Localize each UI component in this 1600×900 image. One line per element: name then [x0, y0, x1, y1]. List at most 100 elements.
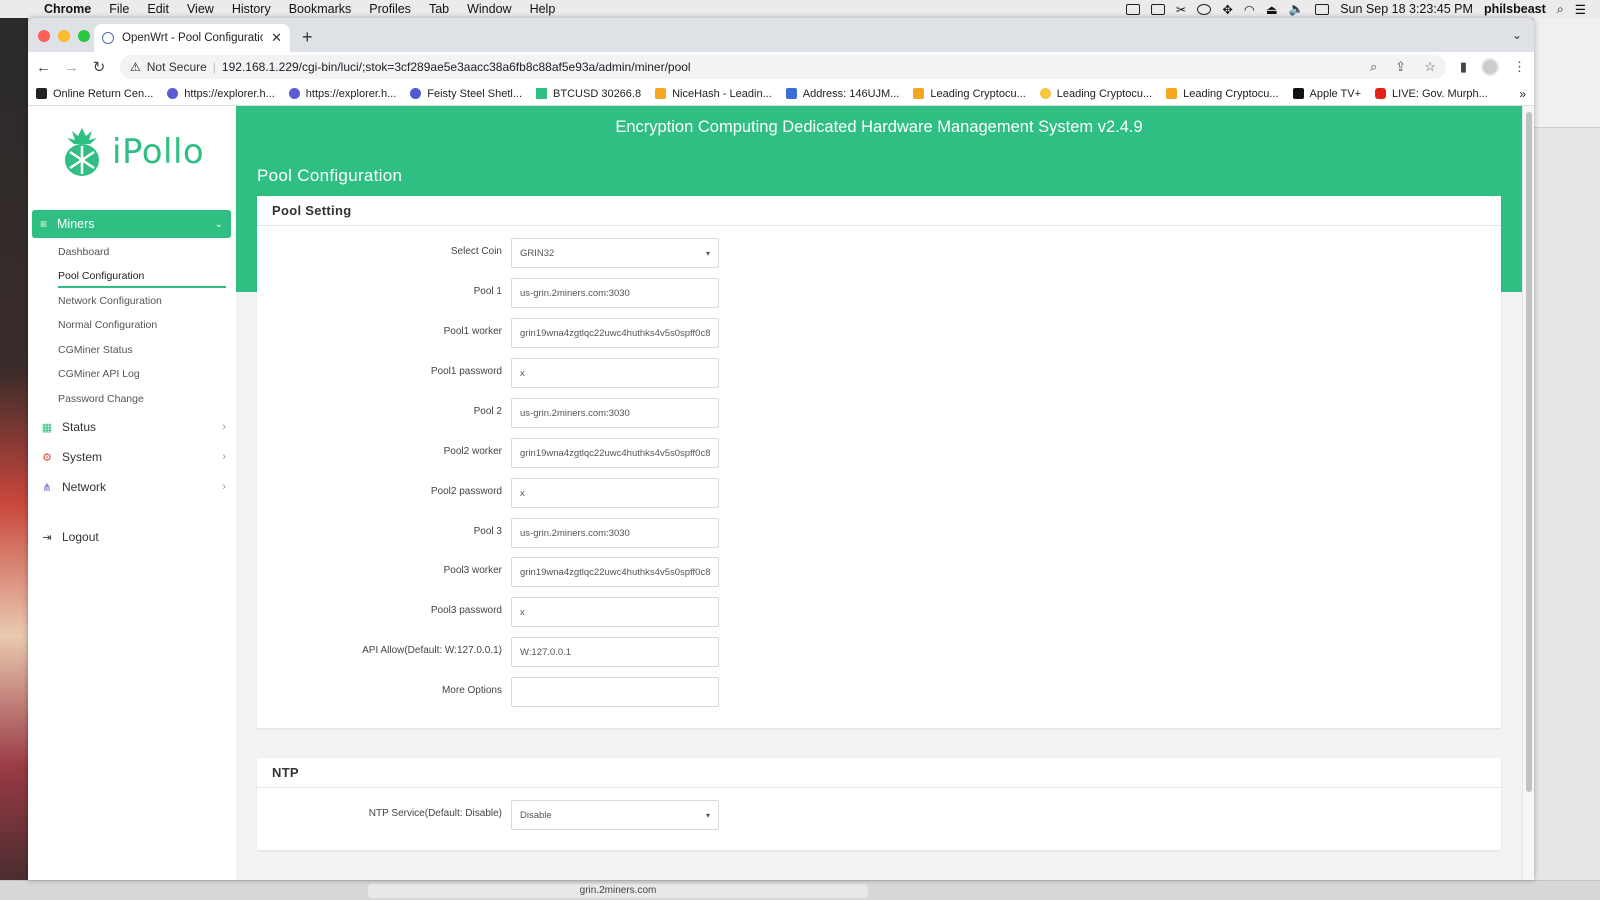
field-label: Pool3 worker — [443, 565, 502, 576]
ntp-service-dropdown[interactable]: Disable ▾ — [511, 800, 719, 830]
crypto-icon — [1039, 88, 1051, 99]
close-tab-icon[interactable]: ✕ — [271, 30, 282, 46]
sidebar-item-normal-configuration[interactable]: Normal Configuration — [58, 319, 157, 331]
wifi-icon[interactable]: ◠ — [1244, 2, 1255, 17]
amazon-icon — [36, 88, 47, 99]
bookmark-item[interactable]: Feisty Steel Shetl... — [410, 88, 522, 100]
form-row-pool2: Pool 2 — [257, 398, 1501, 428]
close-window-icon[interactable] — [38, 30, 50, 42]
field-label: NTP Service(Default: Disable) — [368, 808, 502, 819]
scrollbar-thumb[interactable] — [1526, 112, 1532, 792]
bookmark-item[interactable]: Apple TV+ — [1292, 88, 1361, 100]
sidebar-item-password-change[interactable]: Password Change — [58, 393, 144, 405]
bookmark-item[interactable]: https://explorer.h... — [288, 88, 396, 100]
tab-search-chevron-icon[interactable]: ⌄ — [1512, 28, 1522, 42]
menu-app-name[interactable]: Chrome — [44, 2, 100, 16]
sidebar-group-system[interactable]: ⚙ System › — [40, 450, 226, 464]
eject-icon[interactable]: ⏏ — [1266, 2, 1278, 17]
bookmark-label: LIVE: Gov. Murph... — [1392, 87, 1488, 100]
select-coin-dropdown[interactable]: GRIN32 ▾ — [511, 238, 719, 268]
pool-setting-card: Pool Setting Select Coin GRIN32 ▾ Pool 1… — [257, 196, 1501, 728]
minimize-window-icon[interactable] — [58, 30, 70, 42]
tab-title: OpenWrt - Pool Configuration — [122, 32, 264, 44]
sidebar-item-network-configuration[interactable]: Network Configuration — [58, 295, 162, 307]
dropdown-caret-icon: ▾ — [705, 248, 710, 258]
sidebar-item-pool-configuration[interactable]: Pool Configuration — [58, 270, 144, 282]
more-bookmarks-icon[interactable]: » — [1519, 87, 1526, 101]
spotlight-search-icon[interactable]: ⌕ — [1557, 2, 1564, 17]
battery-icon[interactable] — [1125, 3, 1140, 15]
sidebar-item-cgminer-api-log[interactable]: CGMiner API Log — [58, 368, 140, 380]
bookmark-star-icon[interactable]: ☆ — [1424, 59, 1436, 75]
bookmark-item[interactable]: BTCUSD 30266.8 — [536, 88, 641, 100]
gear-icon: ⚙ — [42, 451, 52, 464]
sidebar-group-network[interactable]: ⋔ Network › — [40, 480, 226, 494]
bookmark-item[interactable]: LIVE: Gov. Murph... — [1375, 88, 1488, 100]
menubar-user[interactable]: philsbeast — [1484, 2, 1546, 16]
bookmark-item[interactable]: Leading Cryptocu... — [913, 88, 1026, 100]
security-status[interactable]: Not Secure — [147, 60, 207, 74]
menubar-clock[interactable]: Sun Sep 18 3:23:45 PM — [1340, 2, 1473, 16]
menu-profiles[interactable]: Profiles — [360, 2, 420, 16]
profile-avatar[interactable] — [1481, 58, 1499, 76]
chevron-right-icon: › — [222, 451, 226, 463]
menu-history[interactable]: History — [223, 2, 280, 16]
tab-active[interactable]: OpenWrt - Pool Configuration ✕ — [94, 24, 290, 52]
maximize-window-icon[interactable] — [78, 30, 90, 42]
sidebar-logout[interactable]: ⇥ Logout — [40, 530, 226, 544]
pool2-password-input[interactable] — [511, 478, 719, 508]
bookmark-item[interactable]: Leading Cryptocu... — [1166, 88, 1279, 100]
reload-icon[interactable]: ↻ — [92, 58, 106, 76]
pool1-url-input[interactable] — [511, 278, 719, 308]
menu-tab[interactable]: Tab — [420, 2, 458, 16]
pool2-url-input[interactable] — [511, 398, 719, 428]
more-options-input[interactable] — [511, 677, 719, 707]
apple-tv-icon — [1292, 88, 1304, 99]
back-icon[interactable]: ← — [36, 59, 51, 76]
pool1-worker-input[interactable] — [511, 318, 719, 348]
bookmark-item[interactable]: Leading Cryptocu... — [1039, 88, 1152, 100]
sidebar-item-dashboard[interactable]: Dashboard — [58, 246, 109, 258]
pool1-password-input[interactable] — [511, 358, 719, 388]
keyboard-icon[interactable] — [1315, 3, 1330, 15]
page-scrollbar[interactable] — [1522, 106, 1534, 880]
menu-bookmarks[interactable]: Bookmarks — [280, 2, 361, 16]
page-title: Pool Configuration — [257, 166, 403, 185]
menu-file[interactable]: File — [100, 2, 138, 16]
zoom-icon[interactable]: ⌕ — [1370, 59, 1377, 75]
menu-edit[interactable]: Edit — [138, 2, 178, 16]
api-allow-input[interactable] — [511, 637, 719, 667]
scissors-icon[interactable]: ✂ — [1176, 2, 1186, 17]
pool3-url-input[interactable] — [511, 518, 719, 548]
menu-window[interactable]: Window — [458, 2, 520, 16]
warning-icon[interactable]: ⚠ — [130, 60, 141, 74]
move-icon[interactable]: ✥ — [1222, 2, 1232, 17]
menu-help[interactable]: Help — [521, 2, 565, 16]
menu-miners[interactable]: ≡ Miners ⌄ — [32, 210, 231, 238]
address-bar[interactable]: ⚠ Not Secure | 192.168.1.229/cgi-bin/luc… — [120, 55, 1446, 79]
url-text[interactable]: 192.168.1.229/cgi-bin/luci/;stok=3cf289a… — [222, 60, 1352, 74]
forward-icon[interactable]: → — [64, 59, 79, 76]
sidebar-group-label: Status — [62, 420, 97, 434]
sidebar-group-status[interactable]: ▦ Status › — [40, 420, 226, 434]
side-panel-icon[interactable]: ▮ — [1460, 59, 1467, 75]
browser-menu-icon[interactable]: ⋮ — [1513, 59, 1526, 75]
bookmark-item[interactable]: NiceHash - Leadin... — [655, 88, 772, 100]
volume-icon[interactable]: 🔈 — [1289, 2, 1305, 17]
time-machine-icon[interactable] — [1197, 3, 1212, 15]
bookmark-item[interactable]: Online Return Cen... — [36, 88, 153, 100]
share-icon[interactable]: ⇪ — [1395, 59, 1406, 75]
bookmark-item[interactable]: Address: 146UJM... — [785, 88, 899, 100]
app-status-icon[interactable] — [1150, 3, 1165, 15]
form-row-pool1-password: Pool1 password — [257, 358, 1501, 388]
menu-view[interactable]: View — [178, 2, 223, 16]
sidebar-item-cgminer-status[interactable]: CGMiner Status — [58, 344, 133, 356]
control-center-icon[interactable]: ☰ — [1575, 2, 1586, 17]
bookmark-item[interactable]: https://explorer.h... — [167, 88, 275, 100]
pool3-worker-input[interactable] — [511, 557, 719, 587]
pool2-worker-input[interactable] — [511, 438, 719, 468]
form-row-pool2-password: Pool2 password — [257, 478, 1501, 508]
pool3-password-input[interactable] — [511, 597, 719, 627]
new-tab-icon[interactable]: + — [302, 27, 313, 48]
form-row-ntp-service: NTP Service(Default: Disable) Disable ▾ — [257, 800, 1501, 830]
